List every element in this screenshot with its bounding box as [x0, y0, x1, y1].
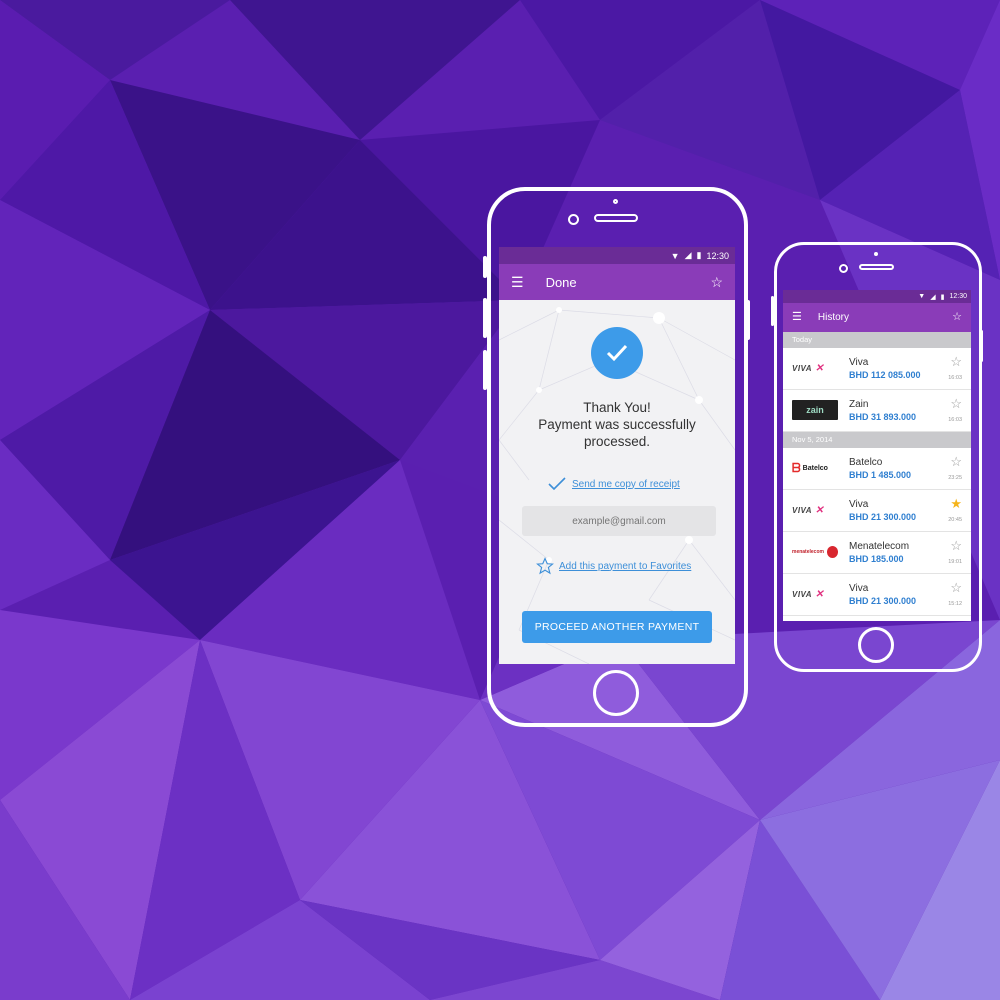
app-bar: ☰ Done ☆: [499, 264, 735, 300]
history-row[interactable]: ᗷ Batelco Batelco BHD 1 485.000 ☆ 23:25: [783, 448, 971, 490]
front-camera: [839, 264, 848, 273]
history-row[interactable]: menatelecom Menatelecom BHD 185.000 ☆ 19…: [783, 532, 971, 574]
operator-name: Viva: [849, 583, 869, 594]
proximity-sensor: [874, 252, 878, 256]
success-message-line: processed.: [583, 434, 651, 449]
wifi-icon: ▼: [918, 293, 926, 300]
payment-amount: BHD 185.000: [849, 554, 904, 564]
zain-logo: zain: [792, 400, 838, 420]
front-camera: [568, 214, 579, 225]
operator-name: Viva: [849, 499, 869, 510]
viva-logo: VIVA ✕: [792, 588, 824, 600]
payment-amount: BHD 21 300.000: [849, 512, 917, 522]
home-button[interactable]: [593, 670, 639, 716]
page-title: History: [817, 312, 849, 323]
star-icon[interactable]: ☆: [950, 355, 962, 368]
side-button: [746, 300, 750, 340]
section-header-date: Nov 5, 2014: [783, 432, 971, 448]
check-icon: [548, 477, 566, 491]
menatelecom-logo: menatelecom: [792, 542, 838, 562]
payment-screen: ▼ ◢ ▮ 12:30 ☰ Done ☆ Thank You! Payment …: [499, 247, 735, 664]
star-icon[interactable]: ☆: [710, 275, 723, 289]
payment-amount: BHD 21 300.000: [849, 596, 917, 606]
side-button: [483, 350, 487, 390]
receipt-link[interactable]: Send me copy of receipt: [572, 479, 680, 490]
operator-name: Viva: [849, 357, 869, 368]
thanks-heading: Thank You!: [583, 400, 651, 415]
star-icon: [536, 557, 554, 575]
payment-time: 19:01: [948, 559, 962, 565]
viva-logo: VIVA ✕: [792, 362, 824, 374]
operator-name: Zain: [849, 399, 869, 410]
proceed-payment-button[interactable]: PROCEED ANOTHER PAYMENT: [522, 611, 712, 643]
success-check-badge: [591, 327, 643, 379]
star-icon[interactable]: ☆: [952, 312, 962, 323]
payment-content: Thank You! Payment was successfully proc…: [499, 300, 735, 664]
wifi-icon: ▼: [670, 250, 680, 261]
page-title: Done: [545, 274, 577, 290]
payment-amount: BHD 31 893.000: [849, 412, 917, 422]
battery-icon: ▮: [696, 250, 702, 260]
history-row[interactable]: VIVA ✕ Viva BHD 21 300.000 ★ 20:45: [783, 490, 971, 532]
viva-logo: VIVA ✕: [792, 504, 824, 516]
star-icon[interactable]: ☆: [950, 397, 962, 410]
app-bar: ☰ History ☆: [783, 303, 971, 332]
side-button: [483, 298, 487, 338]
history-row[interactable]: VIVA ✕ Viva BHD 21 300.000 ☆ 15:12: [783, 574, 971, 616]
home-button[interactable]: [858, 627, 894, 663]
signal-icon: ◢: [684, 250, 692, 260]
payment-amount: BHD 1 485.000: [849, 470, 912, 480]
check-icon: [606, 344, 628, 362]
menu-icon[interactable]: ☰: [792, 312, 802, 323]
proximity-sensor: [613, 199, 618, 204]
email-field[interactable]: [522, 506, 716, 536]
status-time: 12:30: [949, 293, 967, 300]
payment-time: 23:25: [948, 475, 962, 481]
favorites-link[interactable]: Add this payment to Favorites: [559, 561, 691, 572]
history-row[interactable]: zain Zain BHD 31 893.000 ☆ 16:03: [783, 390, 971, 432]
star-icon[interactable]: ☆: [950, 581, 962, 594]
star-icon[interactable]: ☆: [950, 539, 962, 552]
side-button: [483, 256, 487, 278]
operator-name: Batelco: [849, 457, 883, 468]
side-button: [980, 330, 983, 362]
payment-time: 16:03: [948, 375, 962, 381]
status-time: 12:30: [706, 250, 729, 261]
operator-name: Menatelecom: [849, 541, 910, 552]
history-screen: ▼ ◢ ▮ 12:30 ☰ History ☆ Today VIVA ✕ Viva…: [783, 290, 971, 621]
favorites-option[interactable]: Add this payment to Favorites: [536, 557, 691, 575]
star-icon[interactable]: ☆: [950, 455, 962, 468]
success-message-line: Payment was successfully: [538, 417, 696, 432]
history-row[interactable]: VIVA ✕ Viva BHD 112 085.000 ☆ 16:03: [783, 348, 971, 390]
receipt-option[interactable]: Send me copy of receipt: [547, 476, 680, 492]
battery-icon: ▮: [940, 293, 945, 301]
payment-time: 15:12: [948, 601, 962, 607]
payment-amount: BHD 112 085.000: [849, 370, 921, 380]
earpiece-speaker: [859, 264, 894, 270]
payment-time: 16:03: [948, 417, 962, 423]
star-filled-icon[interactable]: ★: [950, 497, 962, 510]
status-bar: ▼ ◢ ▮ 12:30: [499, 247, 735, 264]
menu-icon[interactable]: ☰: [511, 275, 524, 289]
section-header-today: Today: [783, 332, 971, 348]
signal-icon: ◢: [930, 293, 936, 301]
payment-time: 20:45: [948, 517, 962, 523]
side-button: [771, 296, 774, 326]
earpiece-speaker: [594, 214, 638, 222]
status-bar: ▼ ◢ ▮ 12:30: [783, 290, 971, 303]
batelco-logo: ᗷ Batelco: [792, 460, 828, 475]
